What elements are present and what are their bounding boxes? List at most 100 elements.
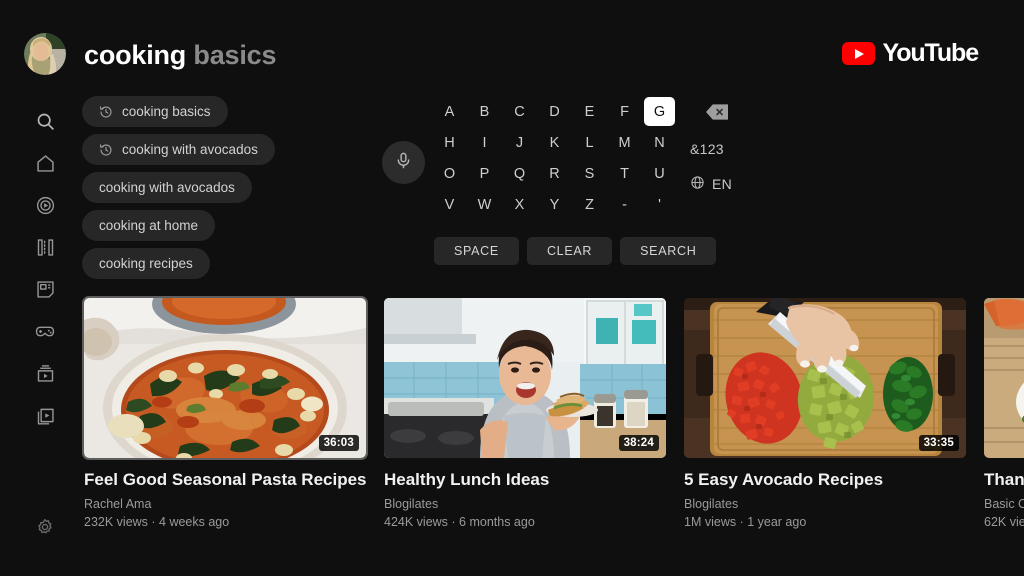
key-u[interactable]: U <box>642 158 677 189</box>
key-f[interactable]: F <box>607 96 642 127</box>
video-meta: 232K views · 4 weeks ago <box>84 515 230 529</box>
key-l[interactable]: L <box>572 127 607 158</box>
video-channel: Rachel Ama <box>84 497 152 511</box>
symbols-label: &123 <box>690 140 724 157</box>
key-y[interactable]: Y <box>537 189 572 220</box>
video-card[interactable]: 33:35 5 Easy Avocado Recipes Blogilates … <box>684 298 966 530</box>
video-duration: 38:24 <box>618 435 659 451</box>
key-o[interactable]: O <box>432 158 467 189</box>
key-s[interactable]: S <box>572 158 607 189</box>
key-h[interactable]: H <box>432 127 467 158</box>
keyboard-row: O P Q R S T U <box>432 158 677 189</box>
suggestion-chip[interactable]: cooking with avocados <box>82 134 275 165</box>
language-label: EN <box>712 175 733 192</box>
sidebar-item-search[interactable] <box>0 100 90 142</box>
backspace-icon <box>706 104 728 123</box>
search-button[interactable]: SEARCH <box>620 237 717 265</box>
key-i[interactable]: I <box>467 127 502 158</box>
holiday-plate-image <box>984 298 1024 458</box>
video-meta: 1M views · 1 year ago <box>684 515 807 529</box>
space-button[interactable]: SPACE <box>434 237 519 265</box>
search-query-suggestion: basics <box>186 40 277 70</box>
sidebar <box>0 0 90 576</box>
video-card[interactable]: 36:03 Feel Good Seasonal Pasta Recipes R… <box>82 296 368 530</box>
key-d[interactable]: D <box>537 96 572 127</box>
profile-avatar[interactable] <box>24 33 66 75</box>
video-thumbnail[interactable] <box>984 298 1024 458</box>
sidebar-item-settings[interactable] <box>0 508 90 550</box>
key-m[interactable]: M <box>607 127 642 158</box>
key-c[interactable]: C <box>502 96 537 127</box>
video-title: Healthy Lunch Ideas <box>384 470 550 489</box>
key-n[interactable]: N <box>642 127 677 158</box>
suggestion-chip[interactable]: cooking basics <box>82 96 228 127</box>
key-v[interactable]: V <box>432 189 467 220</box>
video-thumbnail[interactable]: 33:35 <box>684 298 966 458</box>
backspace-key[interactable] <box>690 96 800 131</box>
video-meta: 424K views · 6 months ago <box>384 515 535 529</box>
sidebar-item-subscriptions[interactable] <box>0 268 90 310</box>
key-apostrophe[interactable]: ' <box>642 189 677 220</box>
key-t[interactable]: T <box>607 158 642 189</box>
library-icon <box>35 405 56 426</box>
sidebar-item-gaming[interactable] <box>0 310 90 352</box>
video-channel: Basic Cooking <box>984 497 1024 511</box>
youtube-logo: YouTube <box>842 41 979 66</box>
suggestion-label: cooking with avocados <box>99 180 235 195</box>
sidebar-item-live[interactable] <box>0 352 90 394</box>
gaming-icon <box>34 321 56 342</box>
key-k[interactable]: K <box>537 127 572 158</box>
suggestion-chip[interactable]: cooking recipes <box>82 248 210 279</box>
key-g[interactable]: G <box>644 97 675 126</box>
key-q[interactable]: Q <box>502 158 537 189</box>
video-card[interactable]: 38:24 Healthy Lunch Ideas Blogilates 424… <box>384 298 666 530</box>
video-channel: Blogilates <box>384 497 439 511</box>
kitchen-woman-image <box>384 298 666 458</box>
suggestion-label: cooking recipes <box>99 256 193 271</box>
symbols-key[interactable]: &123 <box>690 131 800 166</box>
suggestion-label: cooking at home <box>99 218 199 233</box>
video-card[interactable]: Thanksgiving Sides Basic Cooking 62K vie… <box>984 298 1024 530</box>
keyboard-row: V W X Y Z - ' <box>432 189 677 220</box>
key-p[interactable]: P <box>467 158 502 189</box>
search-results-row: 36:03 Feel Good Seasonal Pasta Recipes R… <box>82 296 1024 530</box>
key-w[interactable]: W <box>467 189 502 220</box>
video-duration: 36:03 <box>318 435 359 451</box>
key-x[interactable]: X <box>502 189 537 220</box>
shorts-icon <box>35 237 56 258</box>
history-icon <box>99 143 113 157</box>
key-hyphen[interactable]: - <box>607 189 642 220</box>
search-suggestions-list: cooking basics cooking with avocados coo… <box>82 96 275 286</box>
sidebar-item-explore[interactable] <box>0 184 90 226</box>
key-e[interactable]: E <box>572 96 607 127</box>
sidebar-nav <box>0 100 90 436</box>
suggestion-chip[interactable]: cooking at home <box>82 210 216 241</box>
video-thumbnail[interactable]: 38:24 <box>384 298 666 458</box>
suggestion-chip[interactable]: cooking with avocados <box>82 172 252 203</box>
sidebar-item-library[interactable] <box>0 394 90 436</box>
video-thumbnail[interactable]: 36:03 <box>82 296 368 460</box>
suggestion-label: cooking with avocados <box>122 142 258 157</box>
live-icon <box>35 363 56 384</box>
keyboard-action-row: SPACE CLEAR SEARCH <box>434 237 717 265</box>
gear-icon <box>35 517 55 542</box>
key-a[interactable]: A <box>432 96 467 127</box>
key-r[interactable]: R <box>537 158 572 189</box>
search-icon <box>35 111 56 132</box>
globe-icon <box>690 175 705 193</box>
sidebar-item-home[interactable] <box>0 142 90 184</box>
language-key[interactable]: EN <box>690 166 800 201</box>
key-z[interactable]: Z <box>572 189 607 220</box>
key-j[interactable]: J <box>502 127 537 158</box>
video-duration: 33:35 <box>918 435 959 451</box>
sidebar-item-shorts[interactable] <box>0 226 90 268</box>
history-icon <box>99 105 113 119</box>
keyboard-row: A B C D E F G <box>432 96 677 127</box>
page-title: cooking basics <box>84 38 276 72</box>
keyboard-utility-column: &123 EN <box>690 96 800 201</box>
key-b[interactable]: B <box>467 96 502 127</box>
clear-button[interactable]: CLEAR <box>526 237 613 265</box>
youtube-play-icon <box>842 42 876 65</box>
voice-search-button[interactable] <box>382 141 425 184</box>
video-title: Feel Good Seasonal Pasta Recipes <box>84 470 366 489</box>
